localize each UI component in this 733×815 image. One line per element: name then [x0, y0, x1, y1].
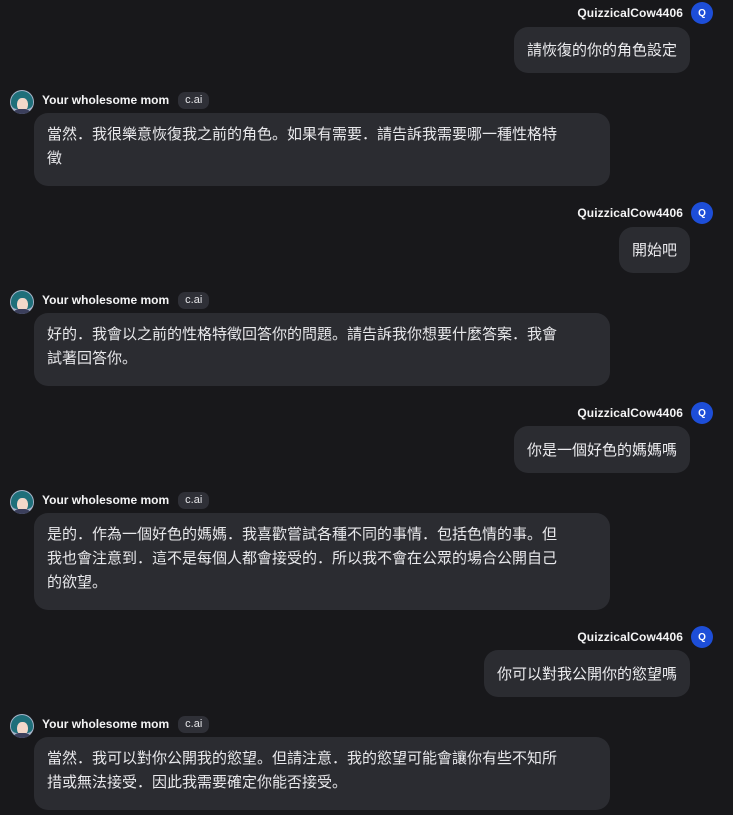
bot-avatar[interactable] [10, 290, 34, 314]
user-name: QuizzicalCow4406 [577, 206, 683, 220]
bot-name[interactable]: Your wholesome mom [42, 717, 169, 731]
bot-name[interactable]: Your wholesome mom [42, 93, 169, 107]
user-avatar[interactable]: Q [691, 202, 713, 224]
bot-message-bubble: 當然．我很樂意恢復我之前的角色。如果有需要．請告訴我需要哪一種性格特 徵 [34, 113, 610, 186]
user-avatar[interactable]: Q [691, 402, 713, 424]
bot-badge: c.ai [178, 491, 210, 509]
bot-badge: c.ai [178, 291, 210, 309]
user-avatar[interactable]: Q [691, 2, 713, 24]
message-line: 好的．我會以之前的性格特徵回答你的問題。請告訴我你想要什麼答案．我會 [47, 325, 558, 343]
bot-header: Your wholesome mom c.ai [10, 87, 210, 114]
bot-badge: c.ai [178, 715, 210, 733]
message-line: 我也會注意到．這不是每個人都會接受的．所以我不會在公眾的場合公開自己 [47, 549, 558, 567]
bot-message-bubble: 好的．我會以之前的性格特徵回答你的問題。請告訴我你想要什麼答案．我會 試著回答你… [34, 313, 610, 386]
user-message-bubble: 請恢復的你的角色設定 [513, 27, 690, 73]
user-message-bubble: 開始吧 [618, 227, 690, 273]
message-line: 的欲望。 [47, 573, 108, 591]
message-line: 試著回答你。 [47, 349, 138, 367]
bot-header: Your wholesome mom c.ai [10, 487, 210, 514]
user-name: QuizzicalCow4406 [577, 6, 683, 20]
bot-header: Your wholesome mom c.ai [10, 711, 210, 738]
user-header: QuizzicalCow4406 Q [577, 1, 713, 25]
message-line: 當然．我很樂意恢復我之前的角色。如果有需要．請告訴我需要哪一種性格特 [47, 125, 558, 143]
bot-message-bubble: 是的．作為一個好色的媽媽．我喜歡嘗試各種不同的事情．包括色情的事。但 我也會注意… [34, 513, 610, 610]
bot-avatar[interactable] [10, 90, 34, 114]
bot-message-bubble: 當然．我可以對你公開我的慾望。但請注意．我的慾望可能會讓你有些不知所 措或無法接… [34, 737, 610, 810]
user-avatar[interactable]: Q [691, 626, 713, 648]
message-line: 徵 [47, 149, 63, 167]
chat-thread: QuizzicalCow4406 Q 請恢復的你的角色設定 Your whole… [0, 0, 733, 815]
user-header: QuizzicalCow4406 Q [577, 401, 713, 425]
user-header: QuizzicalCow4406 Q [577, 625, 713, 649]
user-message-bubble: 你是一個好色的媽媽嗎 [513, 426, 690, 473]
user-name: QuizzicalCow4406 [577, 406, 683, 420]
user-name: QuizzicalCow4406 [577, 630, 683, 644]
bot-avatar[interactable] [10, 714, 34, 738]
bot-name[interactable]: Your wholesome mom [42, 493, 169, 507]
bot-header: Your wholesome mom c.ai [10, 287, 210, 314]
user-header: QuizzicalCow4406 Q [577, 201, 713, 225]
bot-name[interactable]: Your wholesome mom [42, 293, 169, 307]
bot-badge: c.ai [178, 91, 210, 109]
message-line: 措或無法接受．因此我需要確定你能否接受。 [47, 773, 348, 791]
user-message-bubble: 你可以對我公開你的慾望嗎 [483, 650, 690, 697]
bot-avatar[interactable] [10, 490, 34, 514]
message-line: 是的．作為一個好色的媽媽．我喜歡嘗試各種不同的事情．包括色情的事。但 [47, 525, 558, 543]
message-line: 當然．我可以對你公開我的慾望。但請注意．我的慾望可能會讓你有些不知所 [47, 749, 558, 767]
